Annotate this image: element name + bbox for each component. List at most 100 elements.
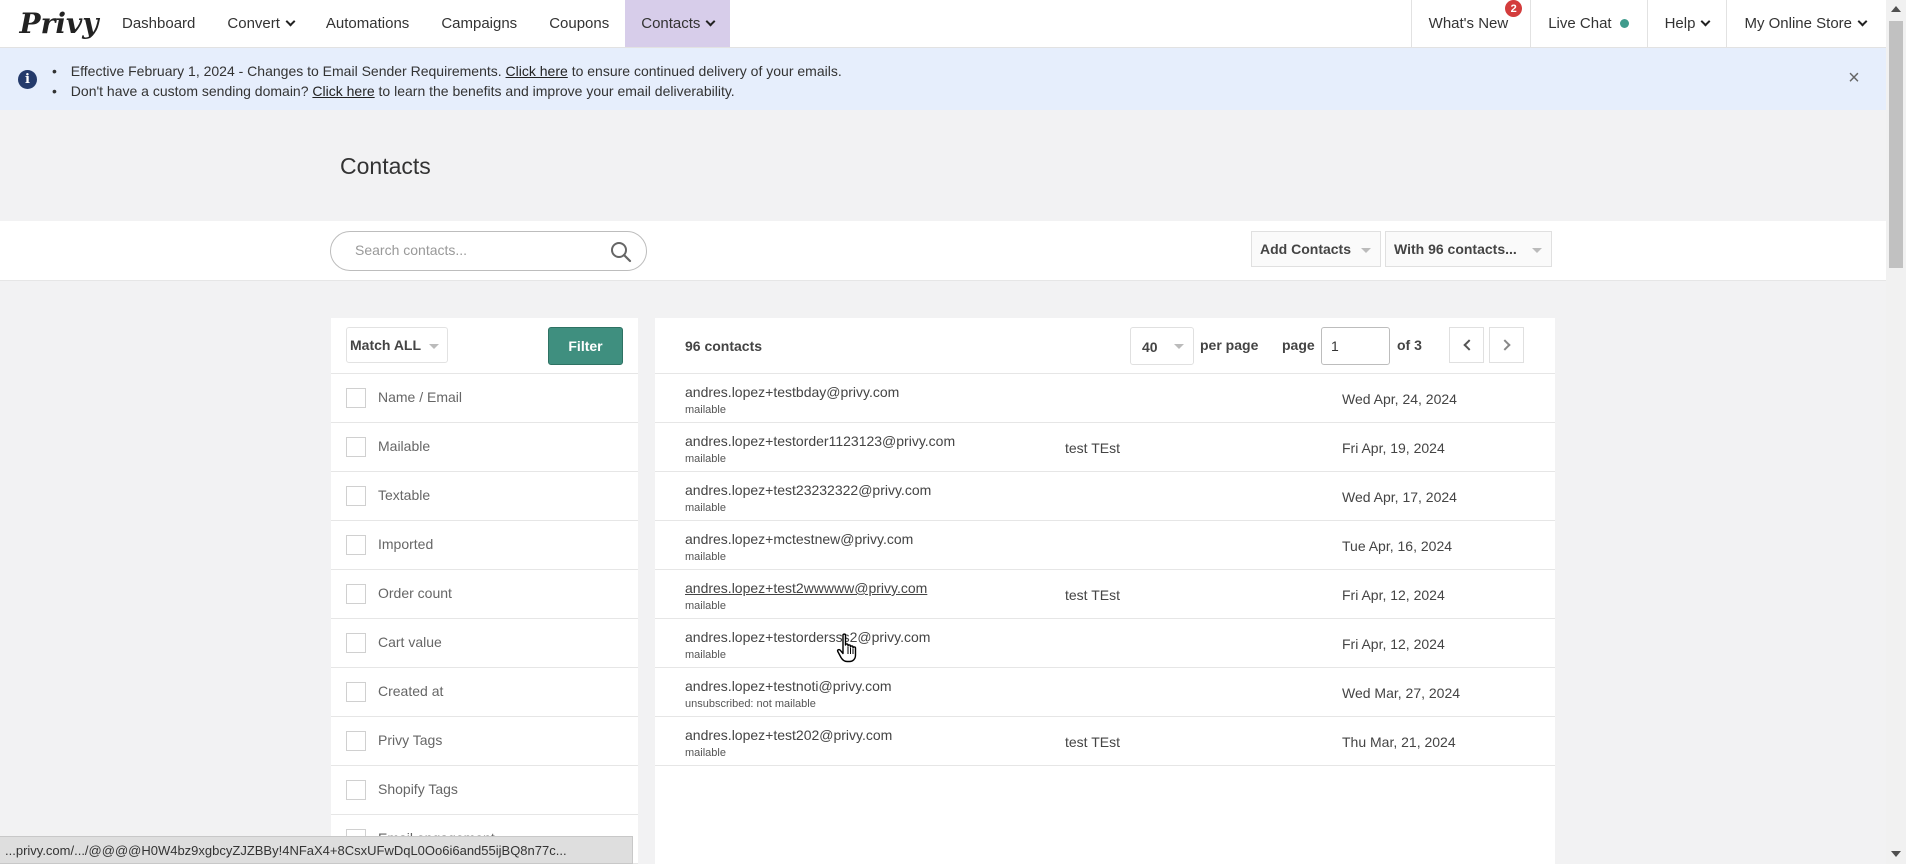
nav-automations-label: Automations bbox=[325, 15, 410, 32]
nav-contacts[interactable]: Contacts bbox=[625, 0, 731, 47]
contact-date: Thu Mar, 21, 2024 bbox=[1342, 734, 1456, 750]
nav-campaigns-label: Campaigns bbox=[441, 15, 518, 32]
hand-cursor-icon bbox=[836, 633, 857, 663]
next-page-button[interactable] bbox=[1489, 327, 1524, 363]
match-select[interactable]: Match ALL bbox=[346, 327, 448, 363]
scrollbar-thumb[interactable] bbox=[1889, 21, 1903, 268]
banner-link[interactable]: Click here bbox=[506, 63, 568, 79]
page-title: Contacts bbox=[340, 153, 431, 179]
contact-row[interactable]: andres.lopez+test23232322@privy.com mail… bbox=[655, 472, 1555, 521]
contact-row[interactable]: andres.lopez+mctestnew@privy.com mailabl… bbox=[655, 521, 1555, 570]
contact-email[interactable]: andres.lopez+test202@privy.com bbox=[685, 727, 892, 743]
nav-coupons[interactable]: Coupons bbox=[533, 0, 625, 47]
page-number-input[interactable] bbox=[1321, 327, 1390, 365]
contact-date: Wed Apr, 17, 2024 bbox=[1342, 489, 1457, 505]
filter-label: Privy Tags bbox=[378, 732, 443, 748]
search-input[interactable] bbox=[355, 242, 595, 258]
close-icon[interactable]: × bbox=[1844, 68, 1864, 88]
nav-automations[interactable]: Automations bbox=[310, 0, 425, 47]
nav-help[interactable]: Help bbox=[1646, 0, 1727, 47]
filter-item[interactable]: Mailable bbox=[331, 423, 638, 472]
banner-link[interactable]: Click here bbox=[312, 83, 374, 99]
add-contacts-label: Add Contacts bbox=[1260, 241, 1351, 257]
contact-name: test TEst bbox=[1065, 734, 1120, 750]
contact-date: Tue Apr, 16, 2024 bbox=[1342, 538, 1453, 554]
scroll-up-icon[interactable] bbox=[1891, 6, 1901, 12]
contact-row[interactable]: andres.lopez+test2wwwww@privy.com mailab… bbox=[655, 570, 1555, 619]
filter-label: Created at bbox=[378, 683, 444, 699]
filter-item[interactable]: Cart value bbox=[331, 619, 638, 668]
filter-checkbox[interactable] bbox=[346, 437, 366, 457]
scroll-down-icon[interactable] bbox=[1891, 851, 1901, 857]
dropdown-arrow-icon bbox=[429, 344, 439, 349]
filter-label: Cart value bbox=[378, 634, 442, 650]
contact-name: test TEst bbox=[1065, 440, 1120, 456]
nav-convert[interactable]: Convert bbox=[211, 0, 310, 47]
nav-dashboard[interactable]: Dashboard bbox=[106, 0, 211, 47]
dropdown-arrow-icon bbox=[1532, 248, 1542, 253]
filter-button[interactable]: Filter bbox=[548, 327, 623, 365]
filter-item[interactable]: Name / Email bbox=[331, 374, 638, 423]
filter-checkbox[interactable] bbox=[346, 682, 366, 702]
bulk-actions-button[interactable]: With 96 contacts... bbox=[1385, 231, 1552, 267]
contact-row[interactable]: andres.lopez+test202@privy.com mailable … bbox=[655, 717, 1555, 766]
filter-item[interactable]: Shopify Tags bbox=[331, 766, 638, 815]
bulk-actions-label: With 96 contacts... bbox=[1394, 241, 1517, 257]
contact-status: unsubscribed: not mailable bbox=[685, 698, 816, 710]
whats-new-label: What's New bbox=[1428, 15, 1509, 32]
contact-row[interactable]: andres.lopez+testordersss2@privy.com mai… bbox=[655, 619, 1555, 668]
filter-checkbox[interactable] bbox=[346, 633, 366, 653]
per-page-select[interactable]: 40 bbox=[1130, 327, 1194, 365]
search-icon[interactable] bbox=[610, 241, 632, 263]
filter-item[interactable]: Imported bbox=[331, 521, 638, 570]
chevron-down-icon bbox=[285, 16, 296, 26]
banner-line-1: Effective February 1, 2024 - Changes to … bbox=[52, 61, 842, 81]
nav-right: What's New 2 Live Chat Help My Online St… bbox=[1410, 0, 1886, 47]
filter-item[interactable]: Privy Tags bbox=[331, 717, 638, 766]
filter-item[interactable]: Created at bbox=[331, 668, 638, 717]
filter-label: Imported bbox=[378, 536, 434, 552]
contact-status: mailable bbox=[685, 551, 726, 563]
help-label: Help bbox=[1664, 15, 1696, 32]
contact-email[interactable]: andres.lopez+test2wwwww@privy.com bbox=[685, 580, 927, 596]
contact-row[interactable]: andres.lopez+testbday@privy.com mailable… bbox=[655, 374, 1555, 423]
privy-logo[interactable]: Privy bbox=[0, 0, 99, 47]
contacts-panel: 96 contacts 40 per page page of 3 andres… bbox=[655, 318, 1555, 864]
page-total-label: of 3 bbox=[1397, 337, 1422, 353]
contact-row[interactable]: andres.lopez+testorder1123123@privy.com … bbox=[655, 423, 1555, 472]
top-navigation: Privy Dashboard Convert Automations Camp… bbox=[0, 0, 1886, 48]
nav-store-selector[interactable]: My Online Store bbox=[1726, 0, 1886, 47]
dropdown-arrow-icon bbox=[1361, 248, 1371, 253]
main-nav: Dashboard Convert Automations Campaigns … bbox=[106, 0, 731, 47]
contact-status: mailable bbox=[685, 649, 726, 661]
filter-item[interactable]: Order count bbox=[331, 570, 638, 619]
banner-text: to ensure continued delivery of your ema… bbox=[571, 63, 842, 79]
filter-checkbox[interactable] bbox=[346, 780, 366, 800]
previous-page-button[interactable] bbox=[1449, 327, 1484, 363]
per-page-label: per page bbox=[1200, 337, 1259, 353]
contact-email[interactable]: andres.lopez+mctestnew@privy.com bbox=[685, 531, 913, 547]
filter-header: Match ALL Filter bbox=[331, 318, 638, 374]
online-status-dot bbox=[1619, 19, 1629, 28]
contact-email[interactable]: andres.lopez+testordersss2@privy.com bbox=[685, 629, 930, 645]
contact-email[interactable]: andres.lopez+testorder1123123@privy.com bbox=[685, 433, 955, 449]
contact-email[interactable]: andres.lopez+testbday@privy.com bbox=[685, 384, 899, 400]
nav-campaigns[interactable]: Campaigns bbox=[425, 0, 533, 47]
filter-checkbox[interactable] bbox=[346, 731, 366, 751]
chevron-right-icon bbox=[1498, 339, 1511, 351]
filter-checkbox[interactable] bbox=[346, 535, 366, 555]
page-scrollbar[interactable] bbox=[1886, 0, 1906, 864]
filter-checkbox[interactable] bbox=[346, 388, 366, 408]
banner-list: Effective February 1, 2024 - Changes to … bbox=[52, 61, 842, 101]
contact-email[interactable]: andres.lopez+testnoti@privy.com bbox=[685, 678, 892, 694]
contact-email[interactable]: andres.lopez+test23232322@privy.com bbox=[685, 482, 931, 498]
nav-whats-new[interactable]: What's New 2 bbox=[1410, 0, 1531, 47]
filter-item[interactable]: Textable bbox=[331, 472, 638, 521]
add-contacts-button[interactable]: Add Contacts bbox=[1251, 231, 1381, 267]
contact-date: Fri Apr, 19, 2024 bbox=[1342, 440, 1445, 456]
filter-checkbox[interactable] bbox=[346, 584, 366, 604]
contact-row[interactable]: andres.lopez+testnoti@privy.com unsubscr… bbox=[655, 668, 1555, 717]
nav-live-chat[interactable]: Live Chat bbox=[1530, 0, 1646, 47]
banner-line-2: Don't have a custom sending domain? Clic… bbox=[52, 81, 842, 101]
filter-checkbox[interactable] bbox=[346, 486, 366, 506]
